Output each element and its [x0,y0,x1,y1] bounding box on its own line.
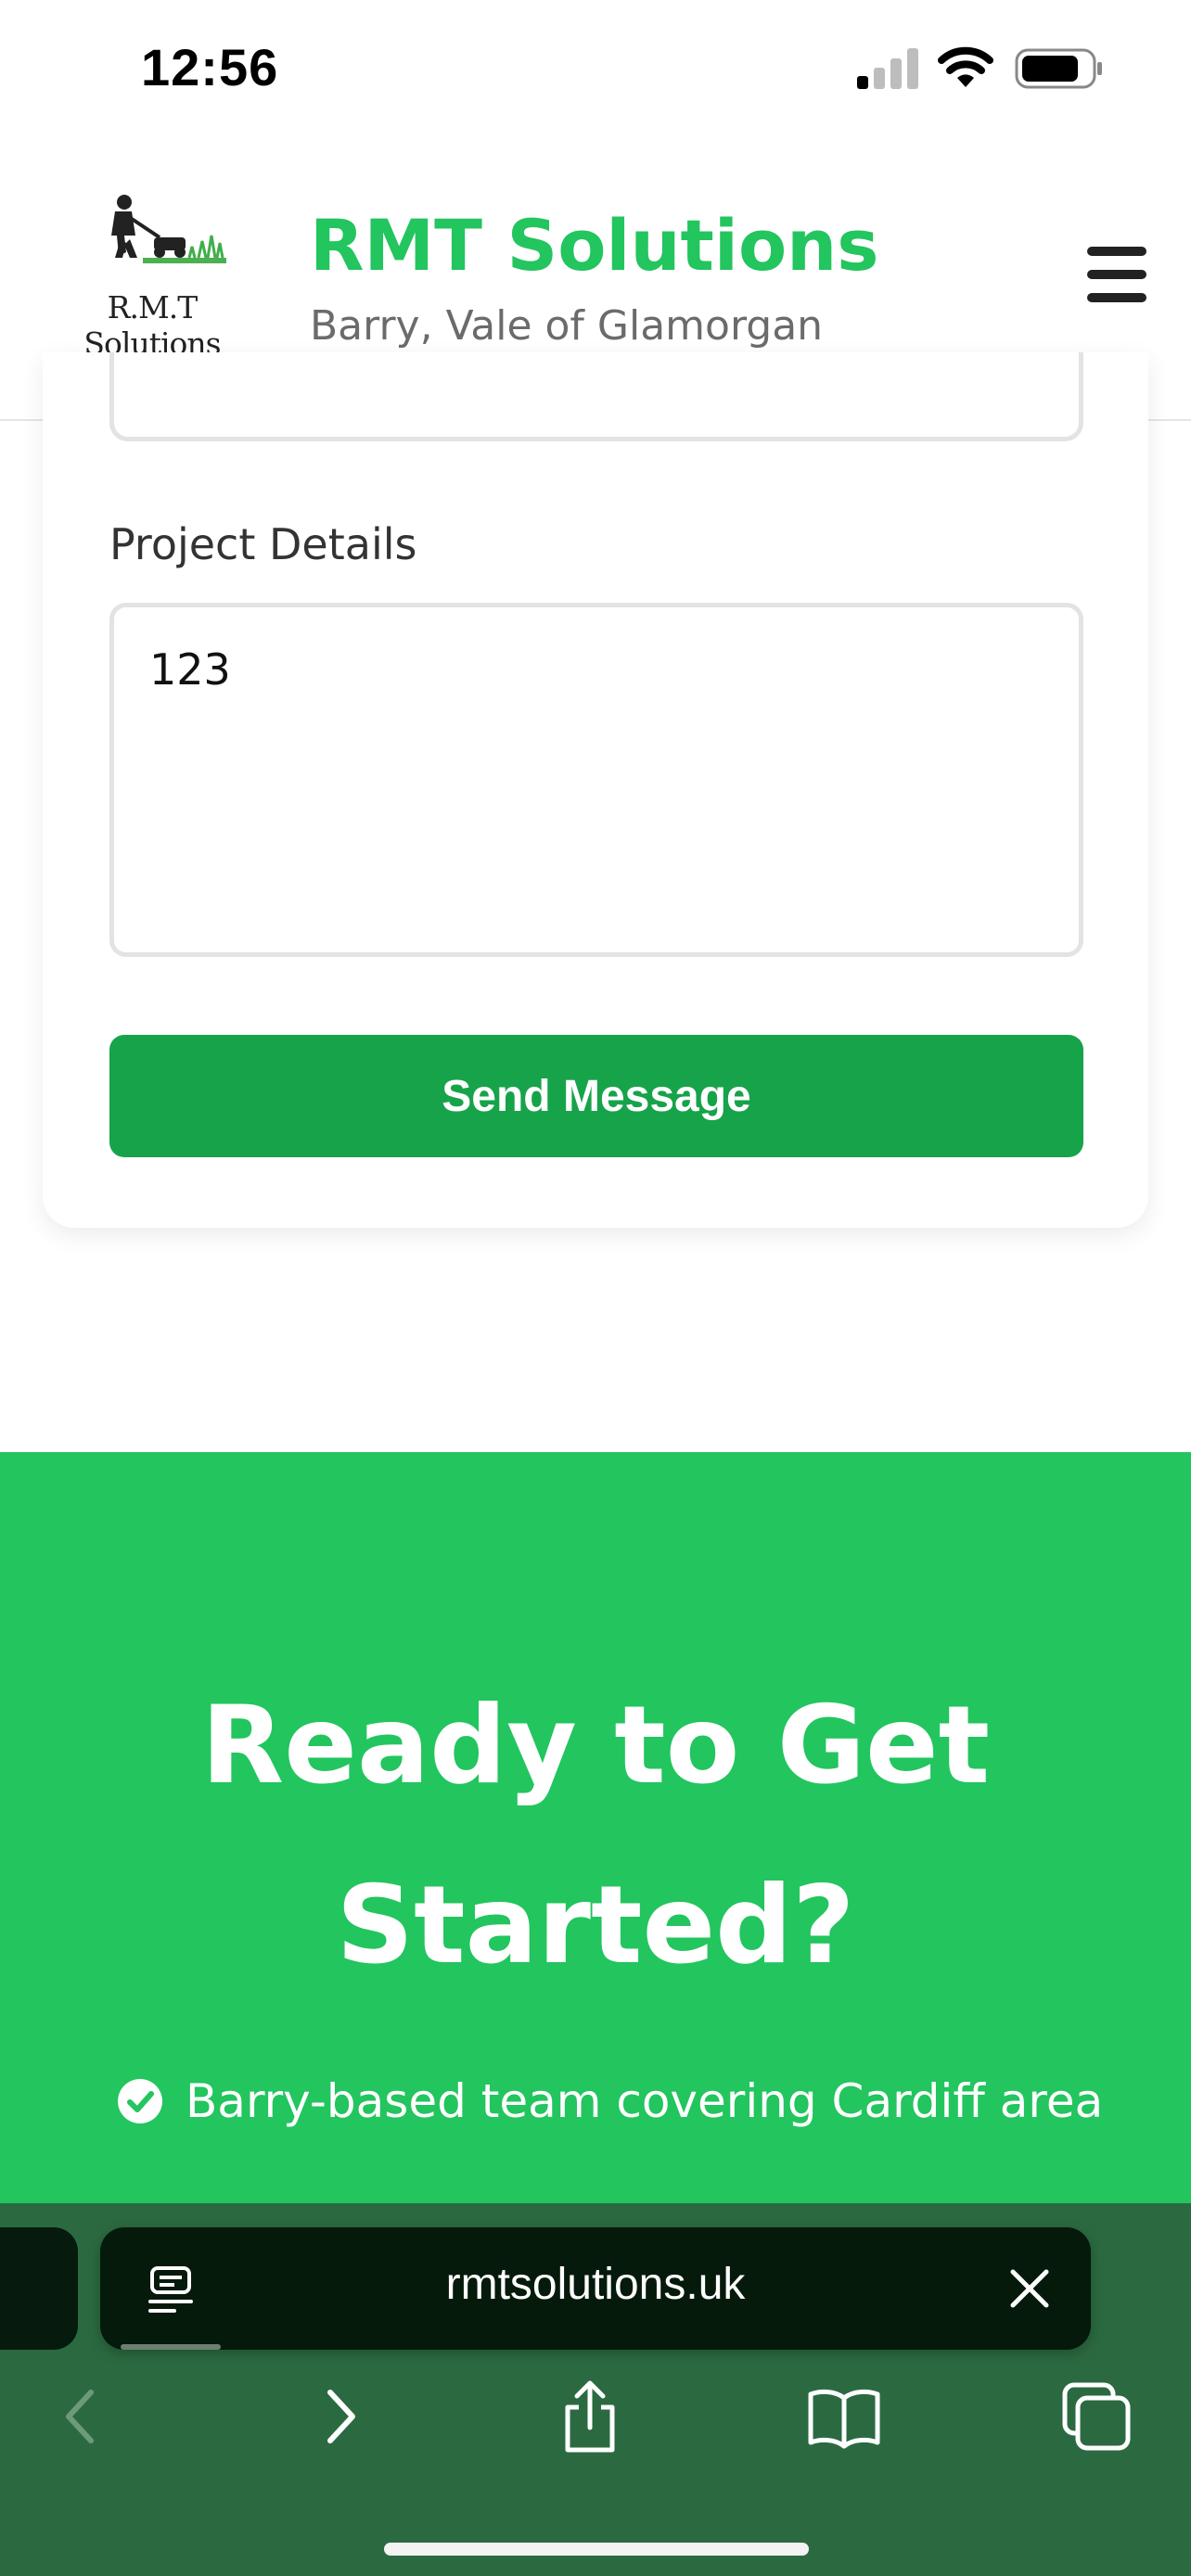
url-text[interactable]: rmtsolutions.uk [100,2259,1091,2310]
home-indicator[interactable] [384,2543,809,2556]
lawn-mower-logo-icon [111,195,226,263]
cta-section: Ready to Get Started? Barry-based team c… [0,1452,1191,2203]
check-circle-icon [118,2079,162,2123]
hamburger-menu-icon[interactable] [1087,247,1154,302]
previous-tab-preview[interactable] [0,2227,78,2350]
contact-form-card: Project Details 123 Send Message [43,352,1148,1228]
send-message-button[interactable]: Send Message [109,1035,1083,1157]
project-details-label: Project Details [109,519,417,569]
cta-feature-item: Barry-based team covering Cardiff area [117,2073,1103,2129]
status-time: 12:56 [141,38,279,96]
cta-feature-text: Barry-based team covering Cardiff area [186,2074,1104,2128]
brand-location: Barry, Vale of Glamorgan [310,302,824,350]
page-load-progress [121,2344,221,2350]
address-bar[interactable]: rmtsolutions.uk [100,2227,1091,2350]
back-icon[interactable] [43,2378,121,2455]
company-logo[interactable]: R.M.T Solutions [41,191,263,362]
battery-icon [1015,48,1102,89]
project-details-textarea[interactable]: 123 [109,603,1083,957]
share-icon[interactable] [551,2378,629,2455]
logo-text: R.M.T Solutions [83,289,221,362]
status-bar: 12:56 [0,0,1191,139]
wifi-icon [938,46,993,87]
previous-form-field[interactable] [109,352,1083,441]
forward-icon[interactable] [301,2378,378,2455]
brand-name[interactable]: RMT Solutions [310,204,879,287]
close-icon[interactable] [1007,2266,1052,2311]
browser-toolbar: rmtsolutions.uk [0,2203,1191,2576]
signal-icon [857,48,918,89]
cta-title: Ready to Get Started? [200,1683,991,1988]
tabs-icon[interactable] [1057,2378,1135,2455]
bookmarks-icon[interactable] [805,2378,883,2455]
